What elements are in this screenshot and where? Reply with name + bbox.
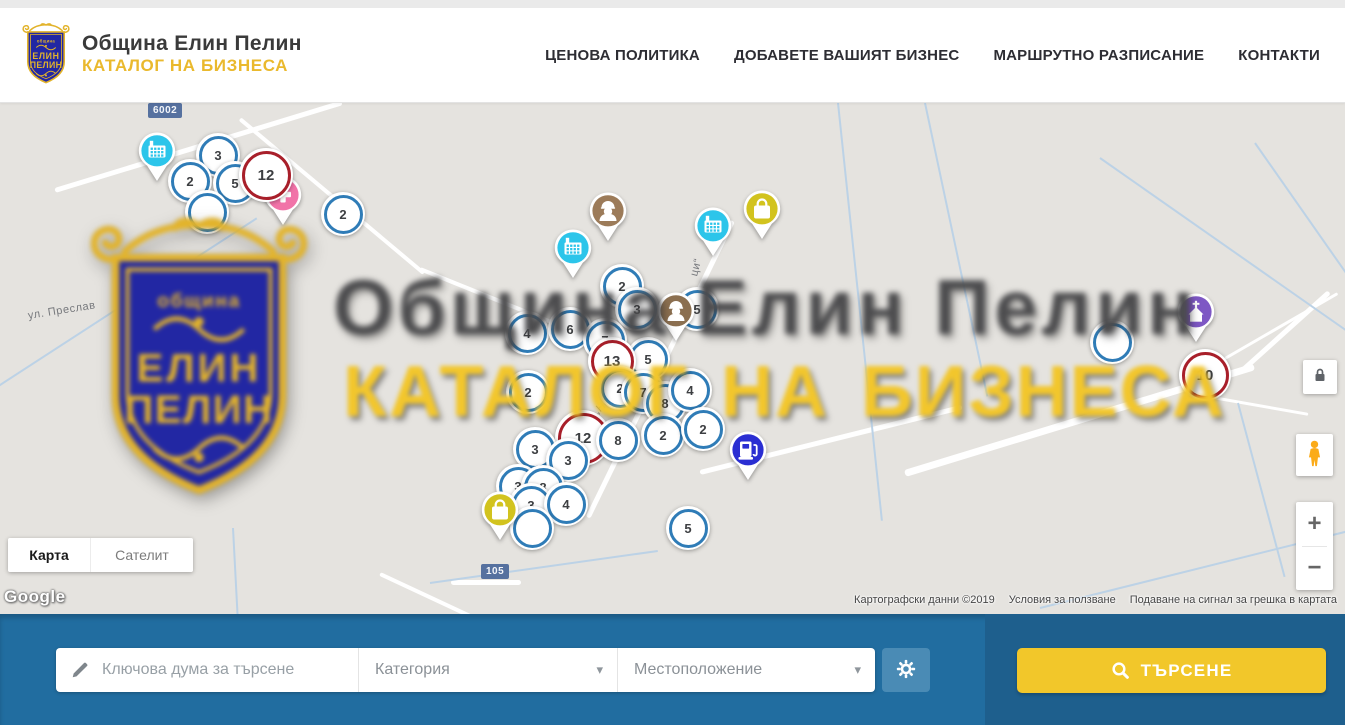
- cluster-count: 8: [661, 396, 668, 411]
- map-markers-layer: 3251222354675132278422128333834510: [0, 102, 1345, 614]
- header: община ЕЛИН ПЕЛИН Община Елин Пелин КАТА…: [0, 8, 1345, 103]
- cluster-count: 4: [523, 326, 530, 341]
- map-cluster[interactable]: 2: [506, 370, 550, 414]
- chevron-down-icon: ▾: [596, 662, 603, 678]
- map-cluster[interactable]: 4: [668, 368, 712, 412]
- terms-link[interactable]: Условия за ползване: [1009, 594, 1116, 606]
- map-cluster[interactable]: 12: [239, 148, 293, 202]
- map-pin-bag[interactable]: [480, 490, 520, 542]
- map-pin-church[interactable]: [1176, 292, 1216, 344]
- map-cluster[interactable]: 2: [321, 192, 365, 236]
- nav-item-pricing[interactable]: ЦЕНОВА ПОЛИТИКА: [545, 47, 700, 64]
- svg-text:ЕЛИН: ЕЛИН: [32, 51, 59, 61]
- cluster-count: 4: [562, 497, 569, 512]
- cluster-count: 8: [614, 433, 621, 448]
- nav-item-contacts[interactable]: КОНТАКТИ: [1238, 47, 1320, 64]
- page: община ЕЛИН ПЕЛИН Община Елин Пелин КАТА…: [0, 0, 1345, 725]
- cluster-count: 2: [699, 422, 706, 437]
- map-cluster[interactable]: 5: [666, 506, 710, 550]
- cluster-count: 6: [566, 322, 573, 337]
- cluster-count: 3: [531, 442, 538, 457]
- cluster-count: 5: [644, 352, 651, 367]
- map-cluster[interactable]: 4: [505, 311, 549, 355]
- lock-icon: [1311, 366, 1329, 389]
- map-cluster[interactable]: 3: [615, 287, 659, 331]
- cluster-count: 12: [258, 167, 275, 184]
- map-pin-worker[interactable]: [588, 191, 628, 243]
- map-pin-bag[interactable]: [742, 189, 782, 241]
- site-title: Община Елин Пелин: [82, 32, 302, 56]
- map-canvas[interactable]: 6002105 ул. Преславбул. „Новоселци“ 3251…: [0, 102, 1345, 614]
- category-select-value: Категория: [375, 661, 450, 679]
- map-pin-factory[interactable]: [553, 228, 593, 280]
- pegman-button[interactable]: [1296, 434, 1333, 476]
- zoom-out-button[interactable]: −: [1296, 547, 1333, 591]
- pencil-icon: [70, 660, 90, 680]
- location-select[interactable]: Местоположение ▾: [617, 648, 875, 692]
- cluster-count: 2: [186, 174, 193, 189]
- keyword-search-input[interactable]: [100, 660, 344, 680]
- map-pin-factory[interactable]: [137, 131, 177, 183]
- nav-item-route-schedule[interactable]: МАРШРУТНО РАЗПИСАНИЕ: [993, 47, 1204, 64]
- map-cluster[interactable]: [185, 190, 229, 234]
- svg-text:ПЕЛИН: ПЕЛИН: [30, 60, 63, 70]
- cluster-count: 3: [564, 453, 571, 468]
- search-submit-button[interactable]: ТЪРСЕНЕ: [1017, 648, 1326, 693]
- cluster-count: 2: [659, 428, 666, 443]
- report-error-link[interactable]: Подаване на сигнал за грешка в картата: [1130, 594, 1337, 606]
- cluster-count: 3: [633, 302, 640, 317]
- cluster-count: 10: [1197, 367, 1214, 384]
- cluster-count: 2: [339, 207, 346, 222]
- lock-button[interactable]: [1303, 360, 1337, 394]
- cluster-count: 5: [684, 521, 691, 536]
- map-type-map-button[interactable]: Карта: [8, 538, 90, 572]
- main-nav: ЦЕНОВА ПОЛИТИКА ДОБАВЕТЕ ВАШИЯТ БИЗНЕС М…: [545, 8, 1320, 102]
- category-select[interactable]: Категория ▾: [358, 648, 617, 692]
- location-select-value: Местоположение: [634, 661, 762, 679]
- nav-item-add-business[interactable]: ДОБАВЕТЕ ВАШИЯТ БИЗНЕС: [734, 47, 959, 64]
- search-fields-group: Категория ▾ Местоположение ▾: [56, 648, 875, 692]
- map-pin-factory[interactable]: [693, 206, 733, 258]
- chevron-down-icon: ▾: [854, 662, 861, 678]
- cluster-count: 3: [214, 148, 221, 163]
- cluster-count: 5: [231, 176, 238, 191]
- map-pin-worker[interactable]: [656, 291, 696, 343]
- advanced-settings-button[interactable]: [882, 648, 930, 692]
- google-logo[interactable]: Google: [4, 587, 66, 607]
- cluster-count: 4: [686, 383, 693, 398]
- cluster-count: 2: [524, 385, 531, 400]
- svg-text:община: община: [37, 39, 56, 44]
- map-cluster[interactable]: 10: [1179, 349, 1231, 401]
- map-attribution: Картографски данни ©2019 Условия за полз…: [854, 594, 1337, 606]
- map-cluster[interactable]: 8: [596, 418, 640, 462]
- zoom-control: + −: [1296, 502, 1333, 590]
- search-submit-label: ТЪРСЕНЕ: [1141, 661, 1233, 681]
- keyword-field: [56, 648, 358, 692]
- map-type-control: Карта Сателит: [8, 538, 193, 572]
- search-icon: [1111, 661, 1130, 680]
- gear-icon: [895, 658, 917, 683]
- map-cluster[interactable]: 2: [681, 407, 725, 451]
- map-cluster[interactable]: [1090, 320, 1134, 364]
- map-cluster[interactable]: 2: [641, 413, 685, 457]
- map-type-satellite-button[interactable]: Сателит: [90, 538, 193, 572]
- search-bar: Категория ▾ Местоположение ▾ ТЪРСЕНЕ: [0, 614, 1345, 725]
- attribution-copyright: Картографски данни ©2019: [854, 594, 995, 606]
- pegman-icon: [1304, 439, 1325, 472]
- brand-logo[interactable]: община ЕЛИН ПЕЛИН Община Елин Пелин КАТА…: [20, 20, 302, 88]
- zoom-in-button[interactable]: +: [1296, 502, 1333, 546]
- municipality-crest-icon: община ЕЛИН ПЕЛИН: [20, 20, 72, 88]
- site-subtitle: КАТАЛОГ НА БИЗНЕСА: [82, 56, 302, 76]
- map-pin-fuel[interactable]: [728, 430, 768, 482]
